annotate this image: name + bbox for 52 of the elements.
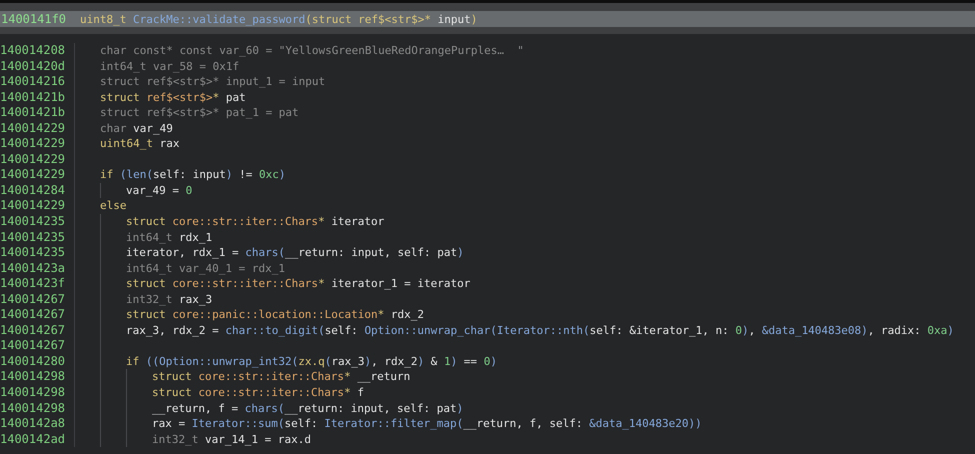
code-line: int64_t rdx_1 xyxy=(126,230,212,246)
function-address: 1400141f0 xyxy=(0,12,66,26)
line-address: 140014235 xyxy=(0,230,66,246)
line-address: 140014235 xyxy=(0,245,66,261)
code-line: struct core::str::iter::Chars* iterator xyxy=(126,214,384,230)
code-line: rax_3, rdx_2 = char::to_digit(self: Option::unwrap_char(Iterator::nth(self: &iterator_1, n: 0), &data_140483e08), radix: 0xa) xyxy=(126,322,954,338)
code-line: if ((Option::unwrap_int32(zx.q(rax_3), rdx_2) & 1) == 0) xyxy=(126,354,497,370)
code-line: struct ref$<str$>* input_1 = input xyxy=(100,74,326,90)
line-address: 140014229 xyxy=(0,198,66,214)
code-line: struct core::panic::location::Location* rdx_2 xyxy=(126,307,424,323)
code-line: int32_t var_14_1 = rax.d xyxy=(152,432,311,448)
code-line: __return, f = chars(__return: input, self: pat) xyxy=(152,400,464,416)
line-address: 140014267 xyxy=(0,307,66,323)
code-line: if (len(self: input) != 0xc) xyxy=(100,167,286,183)
line-address: 140014284 xyxy=(0,182,66,198)
code-line: struct core::str::iter::Chars* __return xyxy=(152,369,410,386)
function-signature: uint8_t CrackMe::validate_password(struct ref$<str$>* input) xyxy=(80,12,478,26)
line-address: 1400142ad xyxy=(0,432,66,448)
line-address: 140014267 xyxy=(0,292,66,308)
line-address: 14001421b xyxy=(0,90,66,106)
code-line: iterator, rdx_1 = chars(__return: input, self: pat) xyxy=(126,245,464,261)
code-line: uint64_t rax xyxy=(100,136,180,152)
line-address: 140014267 xyxy=(0,322,66,338)
code-line: char var_49 xyxy=(100,120,173,136)
line-address: 140014229 xyxy=(0,167,66,183)
code-line: struct ref$<str$>* pat_1 = pat xyxy=(100,105,299,121)
code-line: char const* const var_60 = "YellowsGreenBlueRedOrangePurples… " xyxy=(100,43,524,59)
line-address: 140014298 xyxy=(0,400,66,416)
line-address: 14001420d xyxy=(0,58,66,74)
code-line: rax = Iterator::sum(self: Iterator::filter_map(__return, f, self: &data_140483e20)) xyxy=(152,416,702,432)
line-address: 140014229 xyxy=(0,136,66,152)
code-line: var_49 = 0 xyxy=(126,182,192,198)
line-address: 1400142a8 xyxy=(0,416,66,432)
line-address: 140014235 xyxy=(0,214,66,230)
code-line: int32_t rax_3 xyxy=(126,292,212,308)
line-address: 140014298 xyxy=(0,385,66,401)
line-address: 140014298 xyxy=(0,369,66,386)
line-address: 14001423a xyxy=(0,260,66,276)
code-line: else xyxy=(100,198,126,214)
line-address: 140014229 xyxy=(0,152,66,168)
line-address: 14001423f xyxy=(0,276,66,292)
code-line: struct ref$<str$>* pat xyxy=(100,90,246,106)
line-address: 14001421b xyxy=(0,105,66,121)
line-address: 140014208 xyxy=(0,43,66,59)
code-line: int64_t var_58 = 0x1f xyxy=(100,58,240,74)
code-line: struct core::str::iter::Chars* iterator_1 = iterator xyxy=(126,276,470,292)
code-line: int64_t var_40_1 = rdx_1 xyxy=(126,260,285,276)
line-address: 140014216 xyxy=(0,74,66,90)
line-address: 140014229 xyxy=(0,120,66,136)
line-address: 140014267 xyxy=(0,338,66,354)
line-address: 140014280 xyxy=(0,354,66,370)
code-line: struct core::str::iter::Chars* f xyxy=(152,385,364,401)
